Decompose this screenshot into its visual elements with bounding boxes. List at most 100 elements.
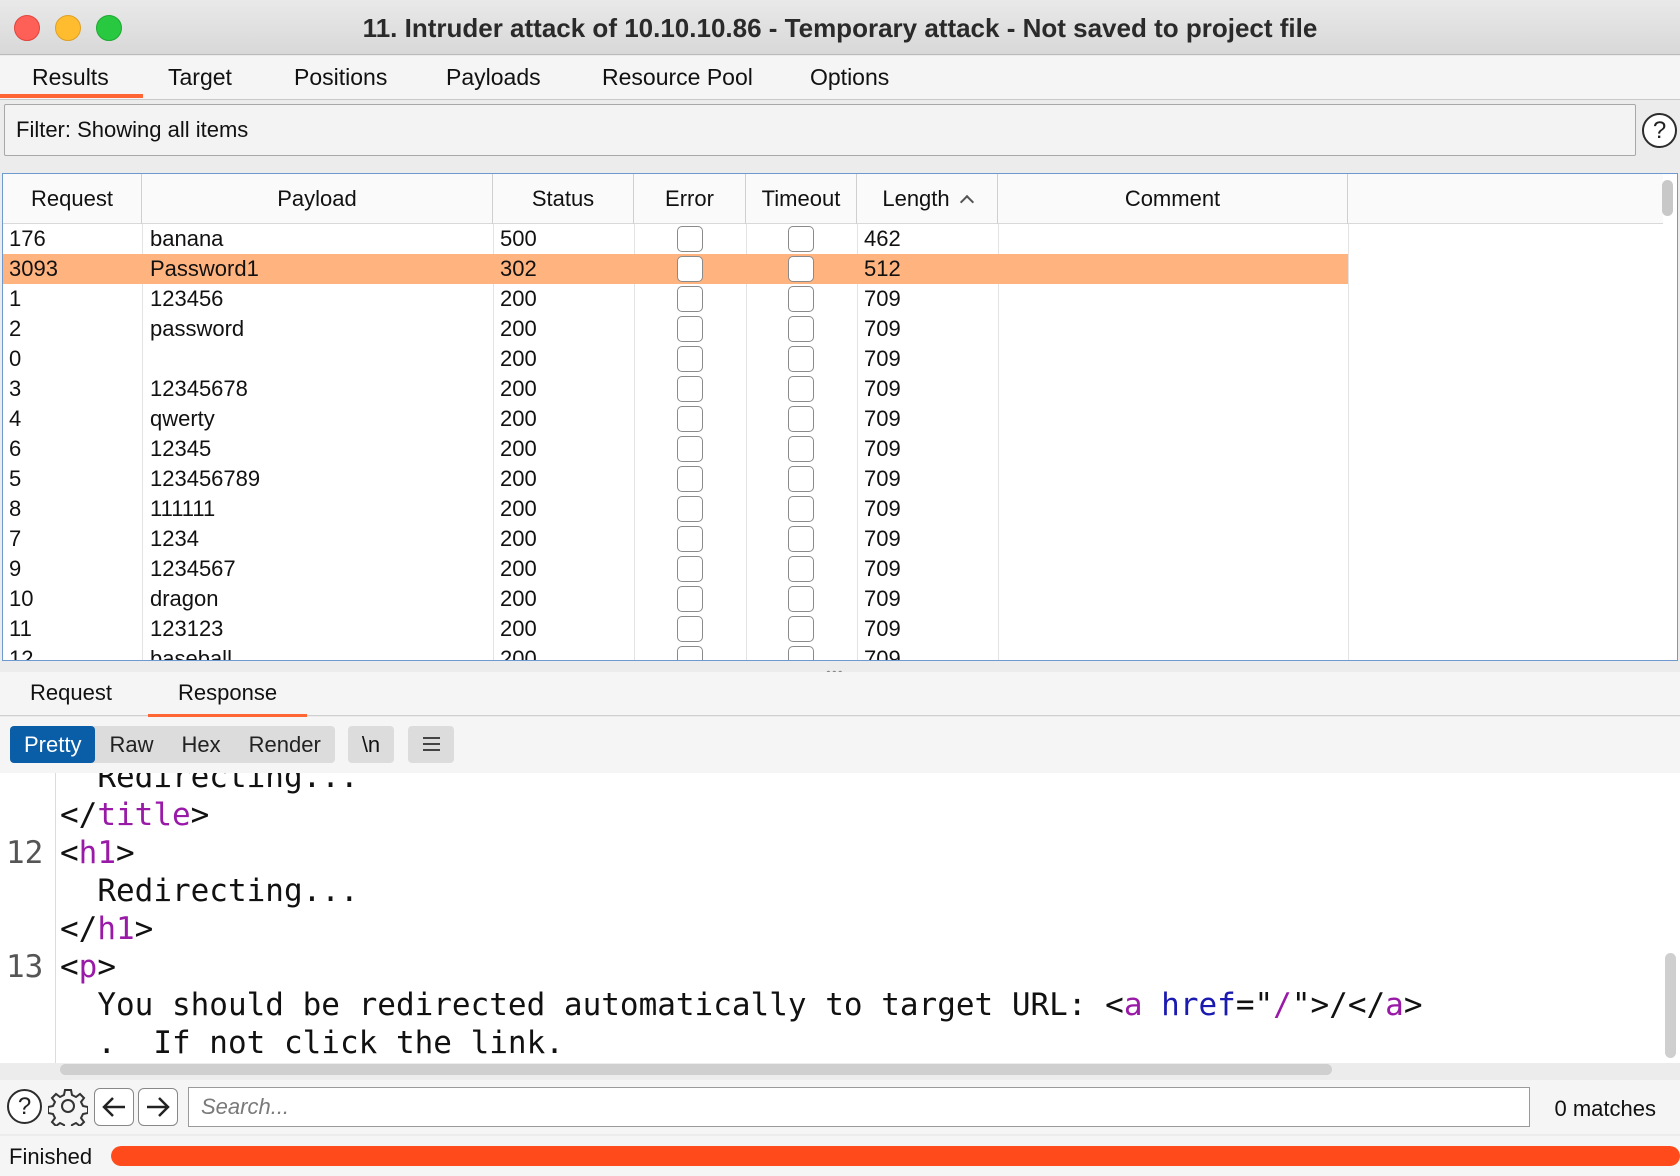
response-editor[interactable]: 12 13 Redirecting... </title> <h1> Redirect… xyxy=(0,773,1680,1063)
timeout-checkbox[interactable] xyxy=(788,286,814,312)
error-checkbox[interactable] xyxy=(677,496,703,522)
table-row[interactable]: 3093 Password1 302 512 xyxy=(3,254,1348,284)
cell-status: 200 xyxy=(500,406,537,431)
horizontal-scrollbar[interactable] xyxy=(60,1064,1332,1075)
error-checkbox[interactable] xyxy=(677,286,703,312)
code-text: Redirecting... xyxy=(60,773,359,795)
search-input[interactable] xyxy=(188,1087,1530,1127)
cell-length: 462 xyxy=(864,226,901,251)
error-checkbox[interactable] xyxy=(677,316,703,342)
code-line: <p> xyxy=(60,949,116,985)
help-icon[interactable]: ? xyxy=(1642,113,1677,148)
column-header-payload[interactable]: Payload xyxy=(142,174,493,224)
tab-resource-pool[interactable]: Resource Pool xyxy=(598,64,757,91)
error-checkbox[interactable] xyxy=(677,586,703,612)
table-row[interactable]: 10 dragon 200 709 xyxy=(3,584,1348,614)
previous-match-button[interactable] xyxy=(94,1088,134,1126)
raw-button[interactable]: Raw xyxy=(95,726,167,763)
column-header-comment[interactable]: Comment xyxy=(998,174,1348,224)
code-tag: h1 xyxy=(97,911,135,947)
timeout-checkbox[interactable] xyxy=(788,316,814,342)
cell-payload: 123123 xyxy=(150,616,224,641)
timeout-checkbox[interactable] xyxy=(788,586,814,612)
tab-positions[interactable]: Positions xyxy=(290,64,391,91)
table-row[interactable]: 8 111111 200 709 xyxy=(3,494,1348,524)
table-row[interactable]: 12 baseball 200 709 xyxy=(3,644,1348,661)
tab-target[interactable]: Target xyxy=(164,64,236,91)
table-row[interactable]: 0 200 709 xyxy=(3,344,1348,374)
timeout-checkbox[interactable] xyxy=(788,256,814,282)
view-mode-group: Pretty Raw Hex Render xyxy=(10,726,335,763)
timeout-checkbox[interactable] xyxy=(788,376,814,402)
error-checkbox[interactable] xyxy=(677,226,703,252)
editor-scrollbar[interactable] xyxy=(1665,953,1676,1058)
code-text: < xyxy=(60,949,79,985)
tab-results[interactable]: Results xyxy=(0,64,143,98)
render-button[interactable]: Render xyxy=(235,726,335,763)
table-row[interactable]: 5 123456789 200 709 xyxy=(3,464,1348,494)
search-bar: ? 0 matches xyxy=(0,1080,1680,1134)
error-checkbox[interactable] xyxy=(677,436,703,462)
table-row[interactable]: 4 qwerty 200 709 xyxy=(3,404,1348,434)
table-row[interactable]: 7 1234 200 709 xyxy=(3,524,1348,554)
next-match-button[interactable] xyxy=(138,1088,178,1126)
timeout-checkbox[interactable] xyxy=(788,616,814,642)
help-icon[interactable]: ? xyxy=(7,1089,42,1124)
cell-payload: 123456 xyxy=(150,286,224,311)
cell-length: 709 xyxy=(864,646,901,661)
timeout-checkbox[interactable] xyxy=(788,436,814,462)
gear-icon[interactable] xyxy=(47,1086,89,1131)
timeout-checkbox[interactable] xyxy=(788,556,814,582)
show-newlines-button[interactable]: \n xyxy=(348,726,394,763)
cell-status: 200 xyxy=(500,346,537,371)
tab-response[interactable]: Response xyxy=(147,680,308,718)
arrow-left-icon xyxy=(102,1097,125,1117)
timeout-checkbox[interactable] xyxy=(788,466,814,492)
timeout-checkbox[interactable] xyxy=(788,526,814,552)
timeout-checkbox[interactable] xyxy=(788,646,814,660)
cell-length: 709 xyxy=(864,556,901,581)
table-row[interactable]: 2 password 200 709 xyxy=(3,314,1348,344)
tab-options[interactable]: Options xyxy=(806,64,893,91)
hex-button[interactable]: Hex xyxy=(167,726,234,763)
column-header-timeout[interactable]: Timeout xyxy=(746,174,857,224)
error-checkbox[interactable] xyxy=(677,346,703,372)
code-text: Redirecting... xyxy=(60,873,359,909)
timeout-checkbox[interactable] xyxy=(788,406,814,432)
cell-length: 709 xyxy=(864,376,901,401)
table-row[interactable]: 11 123123 200 709 xyxy=(3,614,1348,644)
table-row[interactable]: 1 123456 200 709 xyxy=(3,284,1348,314)
column-header-request[interactable]: Request xyxy=(3,174,142,224)
filter-bar[interactable]: Filter: Showing all items xyxy=(4,104,1636,156)
error-checkbox[interactable] xyxy=(677,466,703,492)
error-checkbox[interactable] xyxy=(677,616,703,642)
timeout-checkbox[interactable] xyxy=(788,226,814,252)
error-checkbox[interactable] xyxy=(677,556,703,582)
cell-request: 3093 xyxy=(9,256,58,281)
code-attribute: href xyxy=(1161,987,1236,1023)
cell-length: 709 xyxy=(864,436,901,461)
tab-payloads[interactable]: Payloads xyxy=(442,64,545,91)
error-checkbox[interactable] xyxy=(677,646,703,660)
error-checkbox[interactable] xyxy=(677,526,703,552)
error-checkbox[interactable] xyxy=(677,256,703,282)
pretty-button[interactable]: Pretty xyxy=(10,726,96,763)
table-row[interactable]: 9 1234567 200 709 xyxy=(3,554,1348,584)
table-row[interactable]: 6 12345 200 709 xyxy=(3,434,1348,464)
table-row[interactable]: 176 banana 500 462 xyxy=(3,224,1348,254)
menu-icon[interactable] xyxy=(408,726,454,763)
column-header-length[interactable]: Length xyxy=(857,174,998,224)
code-tag: h1 xyxy=(78,835,116,871)
tab-request[interactable]: Request xyxy=(30,680,112,706)
table-row[interactable]: 3 12345678 200 709 xyxy=(3,374,1348,404)
error-checkbox[interactable] xyxy=(677,406,703,432)
error-checkbox[interactable] xyxy=(677,376,703,402)
column-header-error[interactable]: Error xyxy=(634,174,746,224)
table-scrollbar[interactable] xyxy=(1662,180,1673,216)
timeout-checkbox[interactable] xyxy=(788,496,814,522)
cell-payload: qwerty xyxy=(150,406,215,431)
timeout-checkbox[interactable] xyxy=(788,346,814,372)
column-header-status[interactable]: Status xyxy=(493,174,634,224)
code-text: < xyxy=(60,835,79,871)
